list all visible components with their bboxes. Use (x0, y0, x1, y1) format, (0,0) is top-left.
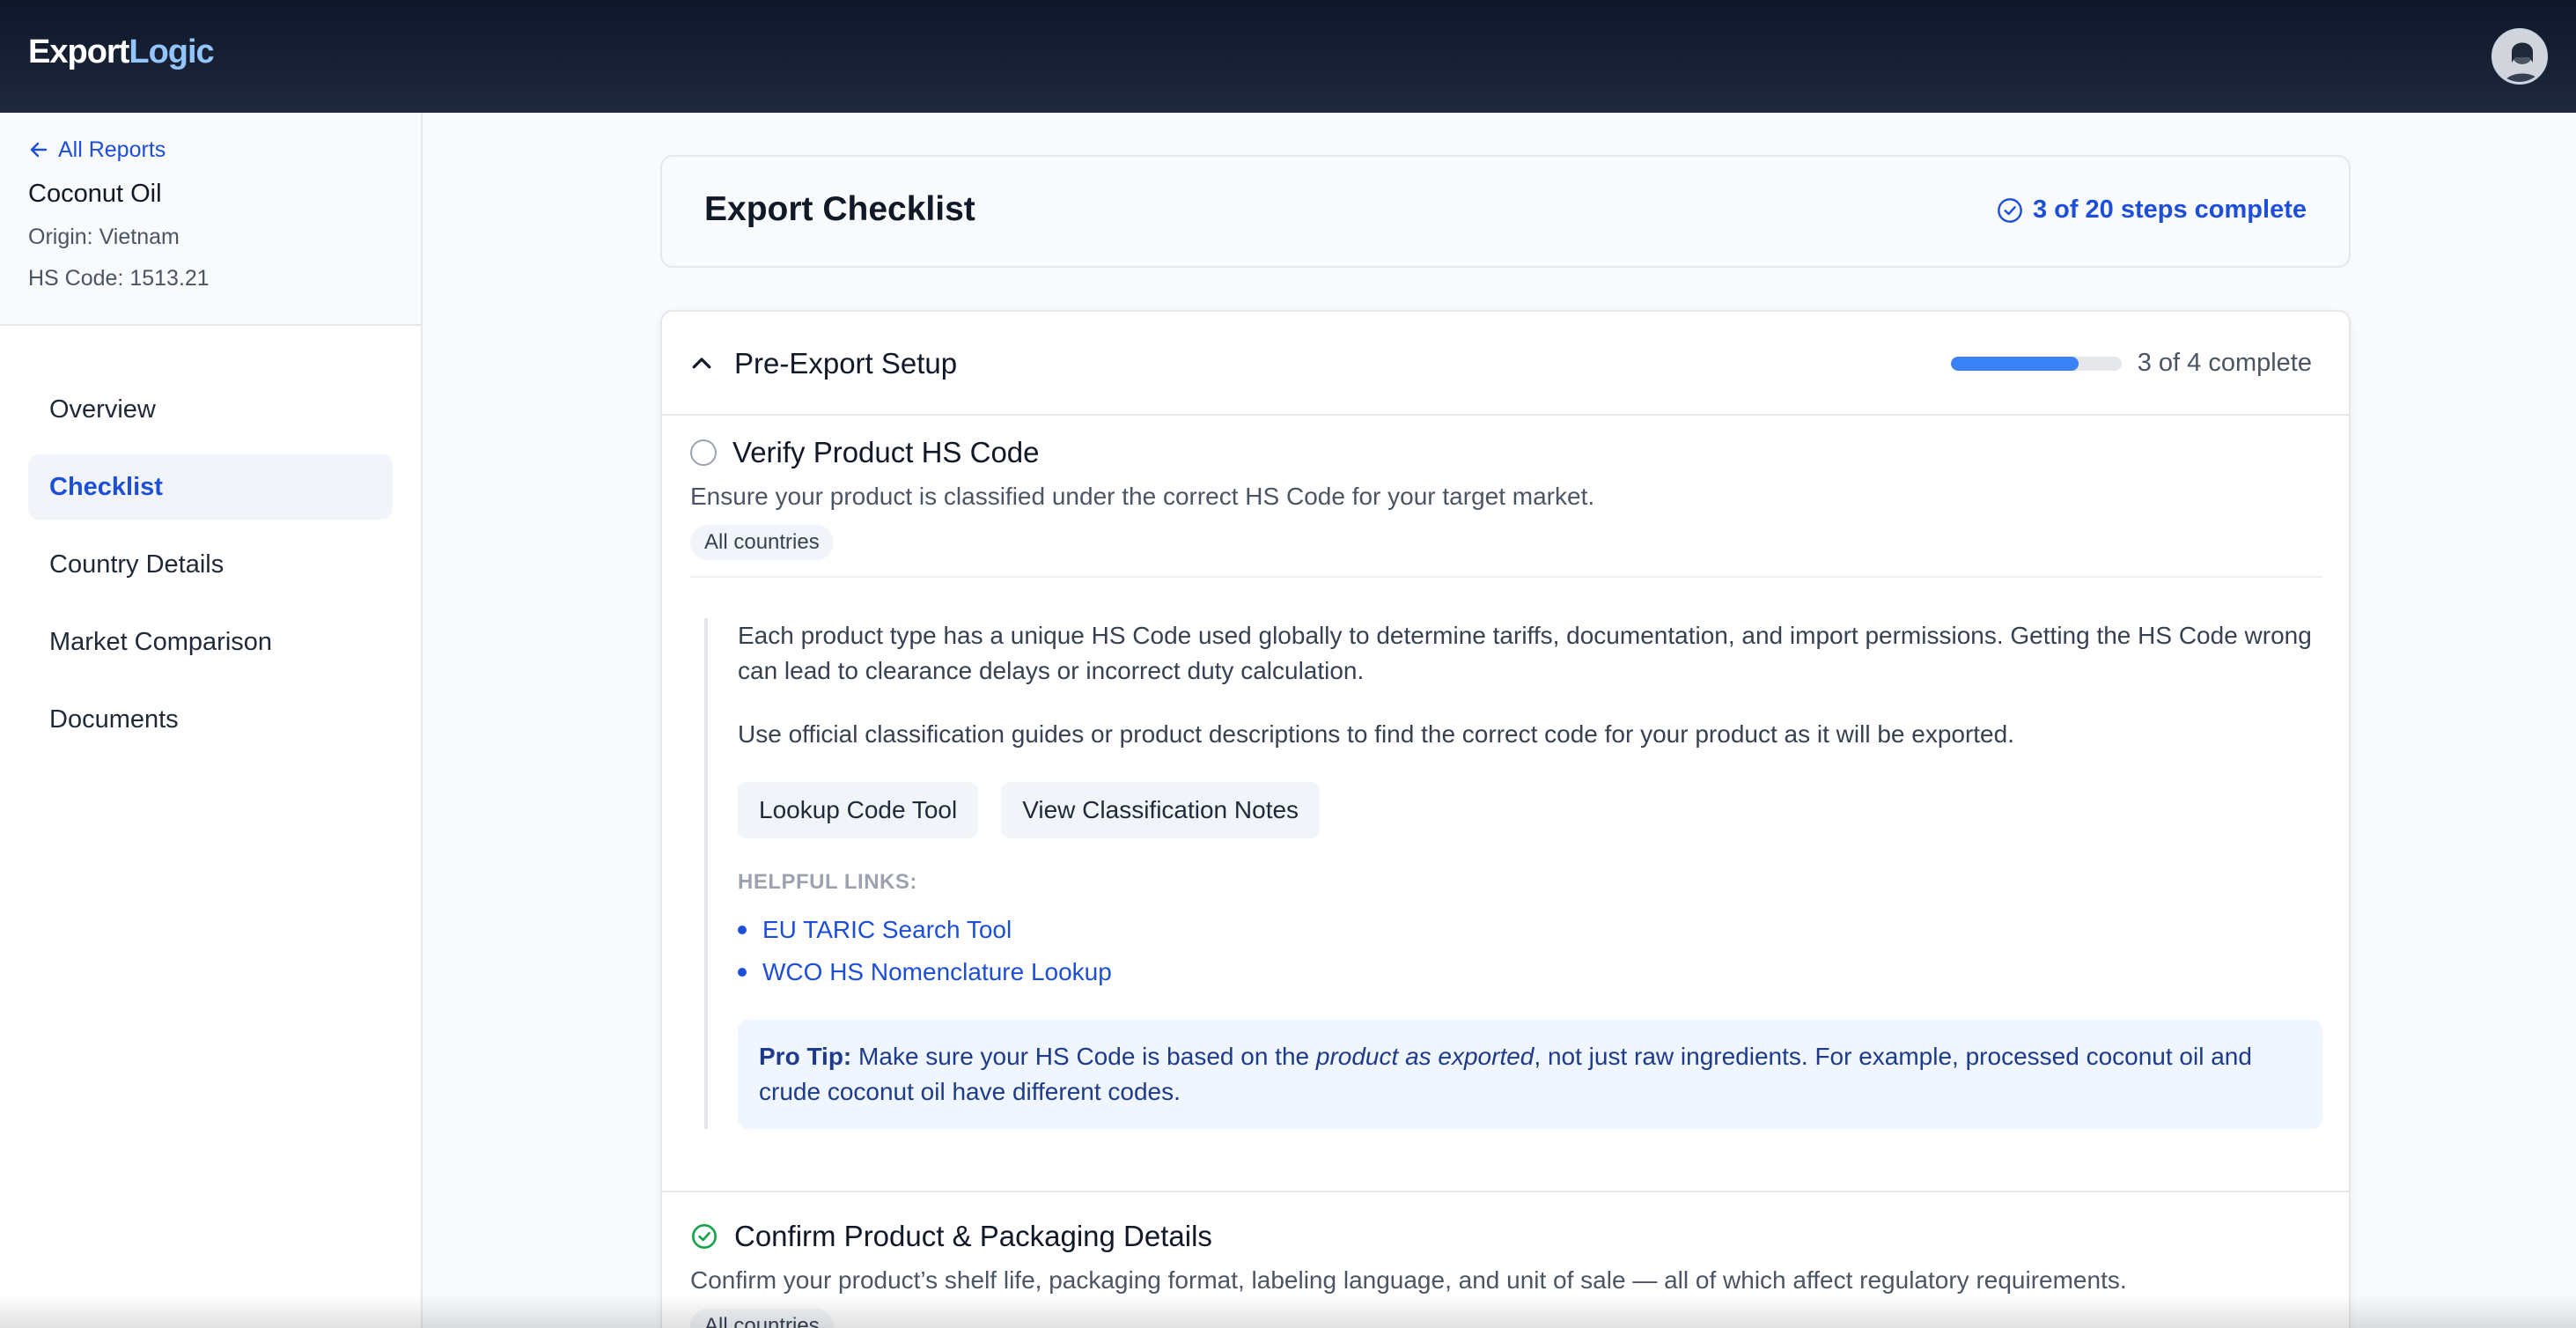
sidebar-item-country-details[interactable]: Country Details (28, 532, 393, 597)
pro-tip-box: Pro Tip: Make sure your HS Code is based… (738, 1020, 2322, 1129)
avatar-icon (2494, 31, 2545, 82)
section-progress-bar (1950, 356, 2122, 371)
section-title: Pre-Export Setup (734, 347, 958, 380)
item-separator (662, 1191, 2349, 1192)
sidebar-item-overview[interactable]: Overview (28, 377, 393, 442)
bullet-icon (738, 926, 747, 934)
item-title-row[interactable]: Verify Product HS Code (690, 435, 2322, 470)
item-description: Ensure your product is classified under … (690, 483, 1595, 510)
section-progress: 3 of 4 complete (1950, 349, 2312, 378)
section-progress-text: 3 of 4 complete (2137, 349, 2312, 377)
pro-tip-label: Pro Tip: (759, 1043, 852, 1070)
helpful-links-list: EU TARIC Search Tool WCO HS Nomenclature… (738, 909, 2322, 993)
item-title: Verify Product HS Code (732, 436, 1040, 468)
all-reports-link[interactable]: All Reports (28, 136, 393, 164)
app-logo[interactable]: ExportLogic (28, 33, 215, 71)
detail-paragraph: Each product type has a unique HS Code u… (738, 622, 2312, 684)
wco-hs-link[interactable]: WCO HS Nomenclature Lookup (762, 958, 1112, 986)
pro-tip-text: Make sure your HS Code is based on the (851, 1043, 1316, 1070)
sidebar: All Reports Coconut Oil Origin: Vietnam … (0, 113, 423, 1328)
top-bar: ExportLogic (0, 0, 2576, 113)
product-name: Coconut Oil (28, 180, 162, 208)
check-circle-green-icon[interactable] (690, 1222, 718, 1251)
chevron-up-icon[interactable] (688, 350, 715, 377)
bullet-icon (738, 968, 747, 977)
sidebar-item-checklist[interactable]: Checklist (28, 454, 393, 520)
sidebar-nav: Overview Checklist Country Details Marke… (0, 326, 421, 752)
logo-primary: Export (28, 33, 129, 70)
overall-progress: 3 of 20 steps complete (1996, 196, 2307, 225)
item-status-radio[interactable] (690, 439, 717, 466)
country-tag: All countries (690, 1309, 834, 1328)
checklist-item: Verify Product HS Code Ensure your produ… (690, 435, 2322, 1129)
page-title: Export Checklist (704, 190, 975, 228)
sidebar-item-market-comparison[interactable]: Market Comparison (28, 609, 393, 675)
checklist-item: Confirm Product & Packaging Details Conf… (690, 1219, 2322, 1328)
item-title: Confirm Product & Packaging Details (734, 1220, 1212, 1252)
list-item: EU TARIC Search Tool (738, 909, 2322, 951)
list-item: WCO HS Nomenclature Lookup (738, 951, 2322, 993)
action-buttons: Lookup Code Tool View Classification Not… (738, 782, 2322, 838)
pro-tip-emphasis: product as exported (1315, 1043, 1535, 1070)
eu-taric-link[interactable]: EU TARIC Search Tool (762, 916, 1012, 944)
item-description: Confirm your product’s shelf life, packa… (690, 1266, 2127, 1294)
product-origin: Origin: Vietnam (28, 225, 180, 249)
section-pre-export-setup: Pre-Export Setup 3 of 4 complete Verify … (660, 310, 2351, 1328)
product-hs-code: HS Code: 1513.21 (28, 266, 210, 291)
view-classification-notes-button[interactable]: View Classification Notes (1001, 782, 1321, 838)
detail-paragraph: Use official classification guides or pr… (738, 720, 2014, 748)
check-circle-icon (1998, 197, 2022, 223)
helpful-links-label: HELPFUL LINKS: (738, 870, 917, 894)
arrow-left-icon (30, 142, 48, 158)
sidebar-item-documents[interactable]: Documents (28, 687, 393, 752)
section-header[interactable]: Pre-Export Setup 3 of 4 complete (662, 312, 2349, 416)
logo-accent: Logic (129, 33, 214, 70)
section-progress-fill (1950, 356, 2079, 371)
report-summary: All Reports Coconut Oil Origin: Vietnam … (0, 113, 421, 326)
item-title-row[interactable]: Confirm Product & Packaging Details (690, 1219, 2322, 1254)
item-divider (690, 576, 2322, 578)
all-reports-label: All Reports (58, 136, 166, 162)
checklist-header: Export Checklist 3 of 20 steps complete (660, 155, 2351, 268)
item-details: Each product type has a unique HS Code u… (704, 618, 2322, 1129)
country-tag: All countries (690, 525, 834, 560)
overall-progress-text: 3 of 20 steps complete (2032, 196, 2307, 224)
user-avatar[interactable] (2491, 28, 2548, 85)
lookup-code-tool-button[interactable]: Lookup Code Tool (738, 782, 979, 838)
